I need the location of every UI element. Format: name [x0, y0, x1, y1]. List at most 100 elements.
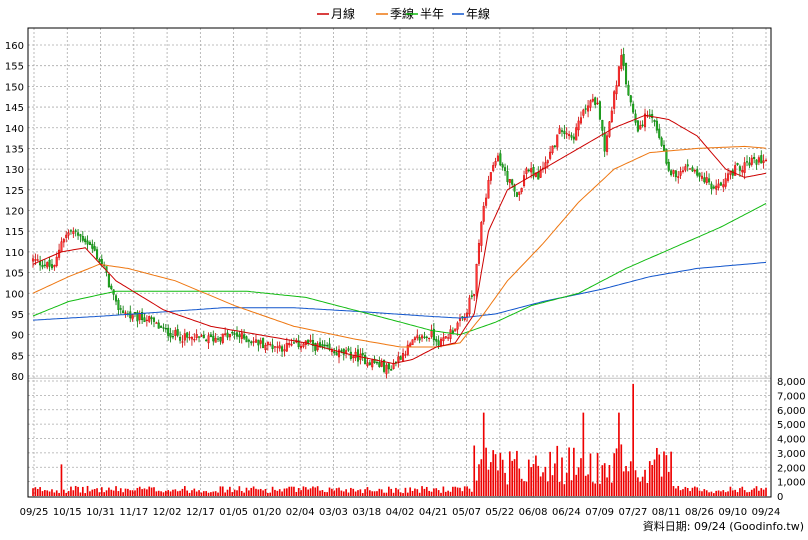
- volume-bar: [293, 486, 295, 496]
- volume-bar: [409, 487, 412, 496]
- candle-body: [221, 333, 224, 343]
- price-tick-label: 120: [5, 207, 24, 218]
- candle-body: [143, 317, 146, 323]
- volume-bar: [267, 492, 269, 496]
- volume-bar: [499, 452, 502, 496]
- volume-tick-label: 8,000: [777, 377, 806, 388]
- candle-body: [423, 336, 426, 338]
- candle-body: [88, 242, 91, 246]
- volume-bar: [608, 465, 611, 496]
- volume-bar: [558, 481, 561, 496]
- volume-bar: [51, 489, 53, 496]
- price-tick-label: 105: [5, 269, 24, 280]
- volume-bar: [634, 470, 637, 496]
- volume-bar: [653, 459, 656, 496]
- volume-bar: [167, 490, 170, 496]
- candle-body: [245, 336, 248, 343]
- candle-body: [321, 344, 324, 348]
- volume-bar: [423, 488, 426, 496]
- candle-body: [764, 159, 768, 162]
- date-tick-label: 10/15: [53, 507, 82, 518]
- candle-body: [439, 338, 443, 347]
- volume-bar: [482, 412, 485, 496]
- candle-body: [598, 101, 601, 120]
- volume-bar: [392, 492, 395, 496]
- price-tick-label: 125: [5, 186, 24, 197]
- candle-body: [556, 134, 559, 148]
- volume-bar: [36, 488, 39, 496]
- volume-bar: [746, 492, 748, 496]
- candle-body: [392, 363, 395, 369]
- volume-bar: [544, 466, 547, 496]
- candle-body: [100, 258, 103, 265]
- volume-bar: [221, 486, 224, 496]
- volume-bar: [58, 492, 60, 496]
- volume-bar: [416, 489, 419, 496]
- candle-body: [288, 342, 291, 346]
- volume-bar: [639, 481, 642, 496]
- candle-body: [278, 345, 281, 349]
- volume-bar: [146, 489, 148, 496]
- candle-body: [582, 109, 585, 116]
- volume-bar: [731, 490, 734, 496]
- volume-bar: [679, 490, 682, 496]
- volume-bar: [288, 486, 291, 496]
- volume-bar: [179, 490, 181, 496]
- volume-bar: [487, 469, 490, 496]
- volume-bar: [316, 486, 319, 496]
- volume-bar: [174, 489, 177, 496]
- candle-body: [416, 335, 419, 339]
- date-tick-label: 09/24: [752, 507, 781, 518]
- volume-bar: [309, 488, 312, 496]
- volume-bar: [463, 486, 466, 496]
- volume-bar: [705, 490, 708, 496]
- volume-bar: [637, 477, 639, 496]
- volume-bar: [157, 490, 160, 496]
- volume-bar: [380, 489, 383, 496]
- volume-bar: [335, 488, 338, 496]
- candle-body: [632, 103, 635, 113]
- volume-bar: [629, 461, 632, 496]
- volume-bar: [210, 492, 212, 496]
- volume-bar: [155, 491, 158, 496]
- volume-bar: [684, 486, 687, 496]
- candle-body: [674, 170, 677, 178]
- candle-body: [110, 285, 113, 290]
- volume-bar: [74, 485, 77, 496]
- volume-bar: [475, 480, 478, 496]
- volume-bar: [762, 489, 765, 496]
- volume-bar: [404, 487, 407, 496]
- volume-bar: [34, 487, 37, 496]
- candle-body: [162, 327, 165, 329]
- candle-body: [717, 183, 720, 188]
- candle-body: [337, 349, 341, 358]
- candle-body: [477, 243, 480, 264]
- candle-body: [753, 157, 756, 159]
- candle-body: [425, 336, 428, 338]
- candle-body: [738, 166, 741, 171]
- volume-bar: [345, 489, 347, 496]
- volume-bar: [105, 490, 108, 496]
- candle-body: [662, 144, 666, 152]
- candle-body: [333, 351, 336, 353]
- date-tick-label: 03/18: [352, 507, 381, 518]
- volume-bar: [46, 490, 49, 496]
- volume-bar: [622, 471, 625, 496]
- volume-bar: [86, 485, 89, 496]
- volume-bar: [710, 491, 713, 496]
- volume-bar: [461, 491, 464, 496]
- candle-body: [117, 299, 120, 310]
- volume-bar: [435, 488, 438, 496]
- candle-body: [349, 351, 352, 359]
- volume-bar: [255, 488, 257, 496]
- volume-bar: [694, 486, 696, 496]
- candle-body: [190, 337, 193, 340]
- candle-body: [487, 180, 490, 199]
- volume-bar: [395, 487, 397, 496]
- candle-body: [129, 311, 132, 319]
- candle-body: [155, 322, 158, 324]
- volume-bar: [340, 490, 343, 496]
- candle-body: [501, 164, 504, 168]
- candle-body: [575, 127, 578, 141]
- volume-bar: [350, 487, 352, 496]
